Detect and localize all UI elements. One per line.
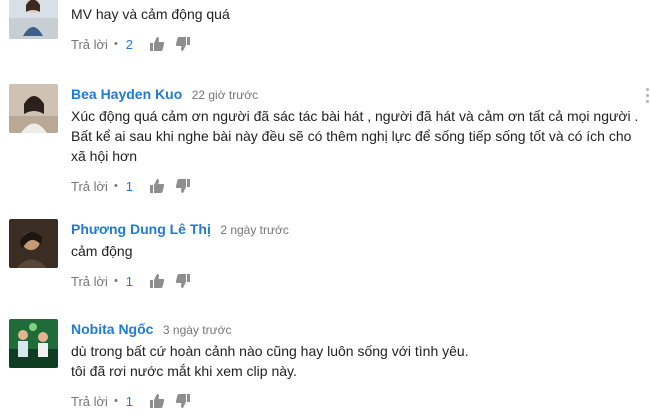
comment-header: Nobita Ngốc 3 ngày trước <box>71 319 638 339</box>
thumbs-down-icon[interactable] <box>175 393 191 409</box>
reply-button[interactable]: Trả lời <box>71 179 108 194</box>
comment-item: Phương Dung Lê Thị 2 ngày trước cảm động… <box>0 219 650 294</box>
comment-text: cảm động <box>71 241 638 261</box>
thumbs-down-icon[interactable] <box>175 36 191 52</box>
comment-text: Xúc động quá cảm ơn người đã sác tác bài… <box>71 106 638 166</box>
like-count: 1 <box>125 178 134 194</box>
avatar-image <box>9 0 58 39</box>
comment-timestamp[interactable]: 2 ngày trước <box>220 223 289 237</box>
comment-actions: Trả lời • 1 <box>71 271 638 291</box>
thumbs-up-icon[interactable] <box>149 178 165 194</box>
comment-header: Bea Hayden Kuo 22 giờ trước <box>71 84 638 104</box>
comment-item: MV hay và cảm động quá Trả lời • 2 <box>0 0 650 60</box>
comment-actions: Trả lời • 1 <box>71 176 638 196</box>
avatar-image <box>9 219 58 268</box>
comment-actions: Trả lời • 2 <box>71 34 638 54</box>
comment-line: tôi đã rơi nước mắt khi xem clip này. <box>71 363 297 379</box>
separator-dot: • <box>113 275 118 287</box>
comment-text: MV hay và cảm động quá <box>71 4 638 24</box>
comment-author[interactable]: Nobita Ngốc <box>71 321 153 337</box>
comment-line: Xúc động quá cảm ơn người đã sác tác bài… <box>71 108 639 124</box>
avatar[interactable] <box>9 219 58 268</box>
comment-item: Nobita Ngốc 3 ngày trước dù trong bất cứ… <box>0 319 650 415</box>
comment-menu-icon[interactable] <box>646 88 650 104</box>
comment-item: Bea Hayden Kuo 22 giờ trước Xúc động quá… <box>0 84 650 194</box>
thumbs-up-icon[interactable] <box>149 36 165 52</box>
avatar[interactable] <box>9 319 58 368</box>
thumbs-down-icon[interactable] <box>175 273 191 289</box>
like-count: 1 <box>125 273 134 289</box>
separator-dot: • <box>113 180 118 192</box>
comment-timestamp[interactable]: 3 ngày trước <box>163 323 232 337</box>
comment-header: Phương Dung Lê Thị 2 ngày trước <box>71 219 638 239</box>
avatar[interactable] <box>9 84 58 133</box>
comment-line: cảm động <box>71 243 133 259</box>
comment-text: dù trong bất cứ hoàn cảnh nào cũng hay l… <box>71 341 638 381</box>
separator-dot: • <box>113 395 118 407</box>
comment-line: MV hay và cảm động quá <box>71 6 230 22</box>
comment-author[interactable]: Bea Hayden Kuo <box>71 86 182 102</box>
thumbs-down-icon[interactable] <box>175 178 191 194</box>
separator-dot: • <box>113 38 118 50</box>
comment-timestamp[interactable]: 22 giờ trước <box>192 88 258 102</box>
comment-list: MV hay và cảm động quá Trả lời • 2 Bea H… <box>0 0 650 417</box>
thumbs-up-icon[interactable] <box>149 273 165 289</box>
like-count: 2 <box>125 36 134 52</box>
comment-author[interactable]: Phương Dung Lê Thị <box>71 221 211 237</box>
thumbs-up-icon[interactable] <box>149 393 165 409</box>
avatar[interactable] <box>9 0 58 39</box>
avatar-image <box>9 319 58 368</box>
comment-line: dù trong bất cứ hoàn cảnh nào cũng hay l… <box>71 343 469 359</box>
like-count: 1 <box>125 393 134 409</box>
avatar-image <box>9 84 58 133</box>
reply-button[interactable]: Trả lời <box>71 37 108 52</box>
comment-line: xã hội hơn <box>71 148 138 164</box>
reply-button[interactable]: Trả lời <box>71 274 108 289</box>
reply-button[interactable]: Trả lời <box>71 394 108 409</box>
comment-line: Bất kể ai sau khi nghe bài này đều sẽ có… <box>71 128 632 144</box>
comment-actions: Trả lời • 1 <box>71 391 638 411</box>
